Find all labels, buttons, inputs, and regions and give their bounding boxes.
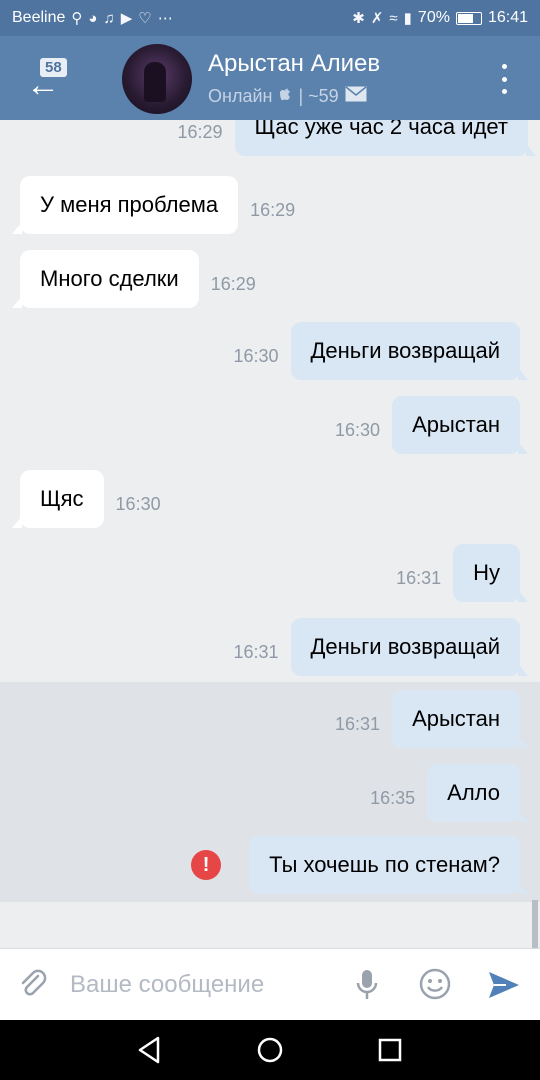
apple-icon [278,86,292,107]
message-out[interactable]: 16:31 Арыстан [335,690,528,748]
message-time: 16:31 [233,641,279,662]
message-bubble[interactable]: Ты хочешь по стенам? [249,836,528,894]
message-time: 16:30 [115,493,161,514]
search-icon: ⚲ [71,10,83,27]
message-time: 16:29 [210,273,256,294]
status-bar: Beeline ⚲ ◕ ♫ ▶ ♡ ⋯ ✱ ✗ ≈ ▮ 70% 16:41 [0,0,540,36]
clock: 16:41 [487,9,528,26]
wifi-icon: ≈ [389,9,398,27]
message-time: 16:29 [177,121,223,142]
more-notifications-icon: ⋯ [157,10,173,27]
youtube-icon: ▶ [120,10,133,27]
message-bubble[interactable]: Много сделки [12,250,199,308]
mute-icon: ✗ [370,10,384,27]
message-time: 16:30 [335,419,381,440]
message-bubble[interactable]: Арыстан [392,396,528,454]
message-out-failed[interactable]: ! Ты хочешь по стенам? [191,836,528,894]
heart-icon: ♡ [138,10,152,27]
battery-percent: 70% [417,9,450,26]
message-bubble[interactable]: Щас уже час 2 часа идет [234,120,537,156]
message-bubble[interactable]: Деньги возвращай [290,322,529,380]
mail-icon [345,86,367,107]
message-bubble[interactable]: Ну [453,544,528,602]
message-time: 16:30 [233,345,279,366]
message-bubble[interactable]: Арыстан [392,690,528,748]
message-in[interactable]: У меня проблема 16:29 [11,176,296,234]
bluetooth-icon: ✱ [352,10,365,27]
message-out[interactable]: 16:35 Алло [370,764,528,822]
incognito-icon: ◕ [88,9,98,27]
navigation-bar [0,1020,540,1080]
scrollbar[interactable] [532,900,538,948]
message-bubble[interactable]: Щяс [12,470,104,528]
composer [0,948,540,1020]
contact-status: Онлайн | ~59 [208,86,367,107]
nav-home-icon[interactable] [254,1034,286,1066]
message-out[interactable]: 16:31 Деньги возвращай [233,618,529,676]
message-out[interactable]: 16:30 Деньги возвращай [233,322,529,380]
message-bubble[interactable]: Алло [427,764,528,822]
message-time: 16:29 [250,199,296,220]
message-in[interactable]: Много сделки 16:29 [12,250,256,308]
online-status: Онлайн [208,86,273,106]
message-out[interactable]: 16:30 Арыстан [335,396,528,454]
attach-icon[interactable] [16,967,50,1001]
message-out[interactable]: 16:31 Ну [396,544,528,602]
message-in[interactable]: Щяс 16:30 [12,470,161,528]
message-list[interactable]: 16:29 Щас уже час 2 часа идет У меня про… [0,120,540,948]
signal-icon: ▮ [403,10,412,27]
chat-header: 58 ← Арыстан Алиев Онлайн | ~59 [0,36,540,120]
more-icon[interactable] [498,64,510,94]
send-icon[interactable] [486,967,522,1003]
volume-icon: ♫ [103,9,115,27]
message-time: 16:31 [396,567,442,588]
last-seen-text: | ~59 [298,86,339,106]
nav-back-icon[interactable] [134,1034,166,1066]
mic-icon[interactable] [350,967,384,1003]
nav-recents-icon[interactable] [374,1034,406,1066]
message-time: 16:31 [335,713,381,734]
message-out[interactable]: 16:29 Щас уже час 2 часа идет [177,120,537,156]
battery-icon [455,11,482,25]
message-bubble[interactable]: У меня проблема [11,176,239,234]
emoji-icon[interactable] [418,967,452,1001]
message-input[interactable] [70,967,330,1003]
avatar[interactable] [122,44,192,114]
back-arrow-icon: ← [26,66,60,104]
battery-fill [457,13,473,23]
message-bubble[interactable]: Деньги возвращай [290,618,529,676]
contact-name[interactable]: Арыстан Алиев [208,50,380,78]
message-time: 16:35 [370,787,416,808]
carrier-label: Beeline [12,9,66,26]
back-button[interactable]: 58 ← [18,50,74,106]
error-icon[interactable]: ! [191,850,222,880]
